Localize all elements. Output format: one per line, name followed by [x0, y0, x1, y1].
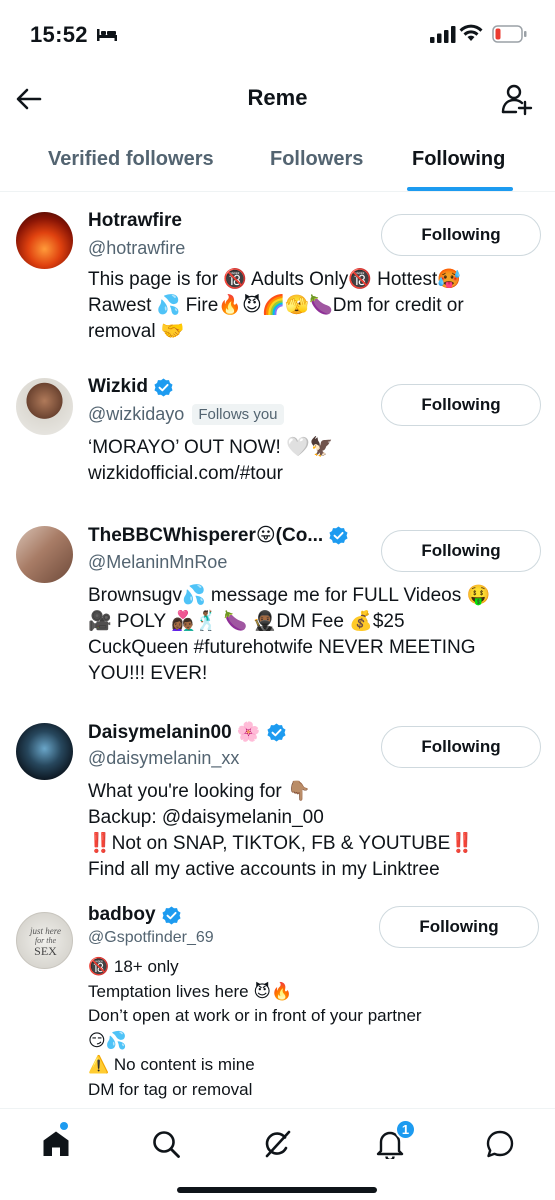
display-name[interactable]: badboy	[88, 904, 156, 926]
page-title: Reme	[247, 85, 308, 110]
user-handle: @daisymelanin_xx	[88, 748, 240, 768]
notification-count-badge: 1	[395, 1119, 416, 1140]
follow-tabs: Verified followers Followers Following	[0, 130, 555, 192]
home-icon[interactable]	[41, 1129, 71, 1159]
user-bio: What you're looking for 👇🏽 Backup: @dais…	[88, 781, 474, 880]
avatar[interactable]	[16, 378, 73, 435]
cellular-signal-icon	[430, 26, 456, 43]
user-bio: 🔞 18+ only Temptation lives here 😈🔥 Don’…	[88, 957, 422, 1099]
user-handle: @hotrawfire	[88, 238, 186, 258]
messages-icon[interactable]	[485, 1129, 515, 1159]
tab-followers[interactable]: Followers	[270, 148, 363, 171]
tab-following[interactable]: Following	[412, 148, 505, 171]
following-button[interactable]: Following	[379, 906, 539, 948]
display-name[interactable]: Wizkid	[88, 376, 148, 398]
display-name[interactable]: Hotrawfire	[88, 210, 182, 232]
top-app-bar: Reme	[0, 72, 555, 128]
battery-low-icon	[492, 25, 527, 43]
user-bio: Brownsugv💦 message me for FULL Videos 🤑 …	[88, 585, 491, 684]
user-handle: @wizkidayo	[88, 404, 185, 424]
display-name[interactable]: Daisymelanin00 🌸	[88, 720, 261, 744]
following-button[interactable]: Following	[381, 726, 541, 768]
avatar[interactable]	[16, 526, 73, 583]
display-name[interactable]: TheBBCWhisperer😛(Co...	[88, 524, 323, 547]
status-time: 15:52	[30, 22, 88, 47]
tab-verified-followers[interactable]: Verified followers	[48, 148, 214, 171]
avatar-logo-text: just here for the SEX	[29, 926, 61, 958]
status-bar: 15:52	[0, 0, 555, 70]
svg-text:SEX: SEX	[34, 944, 57, 958]
add-user-icon[interactable]	[500, 82, 534, 116]
home-indicator	[177, 1187, 377, 1193]
user-handle: @Gspotfinder_69	[88, 929, 214, 946]
verified-badge-icon	[267, 722, 286, 742]
wifi-icon	[459, 24, 483, 41]
search-icon[interactable]	[151, 1129, 181, 1159]
user-handle: @MelaninMnRoe	[88, 552, 228, 572]
follows-you-badge: Follows you	[192, 404, 284, 425]
user-bio: This page is for 🔞 Adults Only🔞 Hottest🥵…	[88, 269, 464, 342]
grok-icon[interactable]	[263, 1129, 293, 1159]
verified-badge-icon	[162, 905, 181, 925]
verified-badge-icon	[329, 526, 348, 545]
bottom-navigation: 1	[0, 1108, 555, 1200]
following-button[interactable]: Following	[381, 384, 541, 426]
home-unread-dot	[60, 1122, 68, 1130]
verified-badge-icon	[154, 377, 173, 397]
following-button[interactable]: Following	[381, 530, 541, 572]
following-button[interactable]: Following	[381, 214, 541, 256]
avatar[interactable]: just here for the SEX	[16, 912, 73, 969]
user-bio: ‘MORAYO’ OUT NOW! 🤍🦅 wizkidofficial.com/…	[88, 437, 334, 484]
svg-text:just here: just here	[29, 926, 61, 936]
sleep-mode-icon	[97, 29, 117, 41]
avatar[interactable]	[16, 723, 73, 780]
active-tab-indicator	[407, 187, 513, 191]
avatar[interactable]	[16, 212, 73, 269]
